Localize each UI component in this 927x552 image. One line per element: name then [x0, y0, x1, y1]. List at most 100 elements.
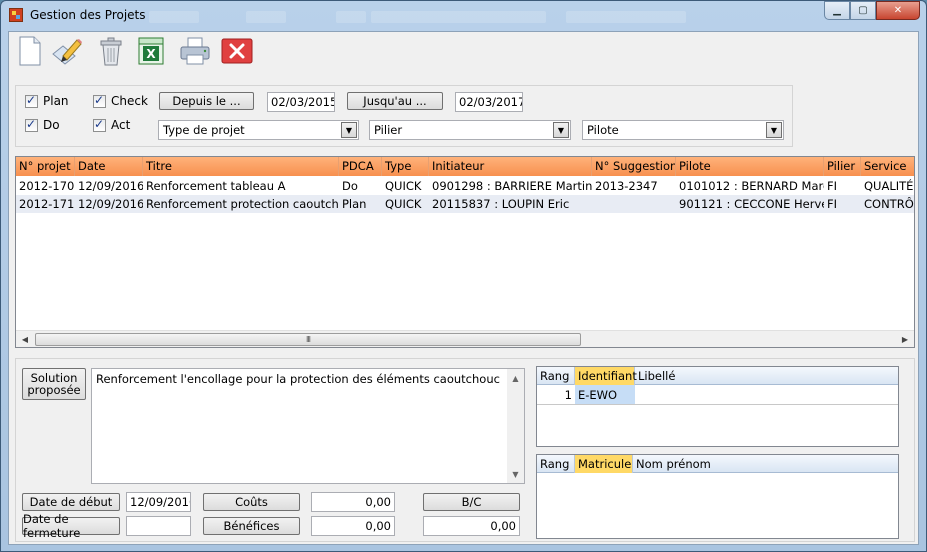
until-date-button[interactable]: Jusqu'au ... [347, 92, 443, 110]
cell-suggestion [592, 195, 676, 213]
table-row[interactable]: 2012-170 12/09/2016 Renforcement tableau… [16, 177, 914, 195]
pillar-combo[interactable]: Pilier ▼ [369, 120, 571, 140]
main-window: Gestion des Projets ▁ ▢ ✕ X ✓ Plan ✓ Che… [0, 0, 927, 552]
edit-button[interactable] [51, 35, 83, 67]
col-header-employee-number[interactable]: Matricule [575, 455, 633, 473]
scroll-grip-icon: III [305, 335, 311, 344]
excel-export-icon: X [138, 37, 164, 65]
cell-pillar: FI [827, 179, 838, 193]
col-header-pdca[interactable]: PDCA [339, 157, 382, 176]
col-header-pillar[interactable]: Pilier [824, 157, 861, 176]
do-checkbox[interactable]: Do [25, 117, 60, 132]
title-bar-reflection [149, 11, 199, 23]
cell-type: QUICK [385, 179, 422, 193]
scroll-up-icon[interactable]: ▲ [507, 370, 524, 386]
close-date-field[interactable] [126, 516, 191, 536]
solution-button[interactable]: Solution proposée [22, 368, 86, 400]
maximize-icon: ▢ [858, 5, 868, 16]
start-date-button[interactable]: Date de début [22, 493, 120, 511]
chevron-down-icon[interactable]: ▼ [766, 122, 782, 138]
cell-pilot: 0101012 : BERNARD Marc [679, 179, 824, 193]
title-bar[interactable]: Gestion des Projets ▁ ▢ ✕ [1, 1, 926, 31]
plan-checkbox-box[interactable] [25, 93, 38, 108]
cell-pilot: 901121 : CECCONE Hervé [679, 197, 824, 211]
members-grid[interactable]: Rang Matricule Nom prénom [536, 454, 899, 539]
print-button[interactable] [179, 35, 211, 67]
maximize-button[interactable]: ▢ [850, 1, 876, 20]
scroll-thumb[interactable]: III [35, 333, 581, 346]
cell-project-number: 2012-171 [19, 197, 75, 211]
excel-icon-letter: X [146, 47, 156, 61]
cell-pdca: Do [342, 179, 358, 193]
col-header-identifier[interactable]: Identifiant [575, 367, 637, 385]
cell-title: Renforcement protection caoutchouc [146, 197, 339, 211]
close-red-x-icon [221, 38, 253, 64]
do-checkbox-box[interactable] [25, 117, 38, 132]
detail-panel: Solution proposée Renforcement l'encolla… [15, 358, 915, 542]
check-checkbox-box[interactable] [93, 93, 106, 108]
table-row[interactable]: 2012-171 12/09/2016 Renforcement protect… [16, 195, 914, 213]
scroll-right-icon[interactable]: ▶ [897, 332, 913, 346]
benefits-field[interactable]: 0,00 [311, 516, 395, 536]
scroll-left-icon[interactable]: ◀ [17, 332, 33, 346]
since-date-field[interactable]: 02/03/2015 [267, 92, 335, 112]
check-checkbox[interactable]: Check [93, 93, 148, 108]
act-checkbox[interactable]: Act [93, 117, 130, 132]
scroll-down-icon[interactable]: ▼ [507, 466, 524, 482]
cell-initiator: 20115837 : LOUPIN Eric [432, 197, 570, 211]
col-header-rank[interactable]: Rang [537, 455, 575, 473]
col-header-service[interactable]: Service [861, 157, 914, 176]
new-document-icon [19, 36, 41, 66]
col-header-date[interactable]: Date [75, 157, 143, 176]
projects-grid[interactable]: N° projet Date Titre PDCA Type Initiateu… [15, 156, 915, 348]
excel-export-button[interactable]: X [135, 35, 167, 67]
costs-field[interactable]: 0,00 [311, 492, 395, 512]
close-window-button[interactable]: ✕ [876, 1, 920, 20]
col-header-label[interactable]: Libellé [635, 367, 898, 385]
chevron-down-icon[interactable]: ▼ [553, 122, 569, 138]
cell-pdca: Plan [342, 197, 367, 211]
grid-horizontal-scrollbar[interactable]: ◀ III ▶ [16, 330, 914, 347]
solution-textarea[interactable]: Renforcement l'encollage pour la protect… [91, 368, 525, 484]
plan-label: Plan [43, 94, 69, 108]
grid-header: N° projet Date Titre PDCA Type Initiateu… [16, 157, 914, 176]
title-bar-reflection [246, 11, 286, 23]
plan-checkbox[interactable]: Plan [25, 93, 69, 108]
until-date-field[interactable]: 02/03/2017 [455, 92, 523, 112]
cell-label [635, 385, 898, 404]
since-date-button[interactable]: Depuis le ... [159, 92, 254, 110]
cell-suggestion: 2013-2347 [595, 179, 658, 193]
col-header-suggestion[interactable]: N° Suggestion [592, 157, 676, 176]
bc-field[interactable]: 0,00 [423, 516, 520, 536]
col-header-pilot[interactable]: Pilote [676, 157, 824, 176]
solution-vertical-scrollbar[interactable]: ▲ ▼ [507, 369, 524, 483]
act-checkbox-box[interactable] [93, 117, 106, 132]
col-header-rank[interactable]: Rang [537, 367, 575, 385]
identifiers-grid[interactable]: Rang Identifiant Libellé 1 E-EWO [536, 366, 899, 447]
cell-date: 12/09/2016 [78, 179, 143, 193]
delete-button[interactable] [95, 35, 127, 67]
filter-panel: Plan Check Do Act Depuis le ... 02/03/20… [15, 85, 793, 147]
minimize-icon: ▁ [833, 5, 841, 16]
cancel-button[interactable] [221, 35, 253, 67]
app-icon [9, 8, 23, 22]
col-header-title[interactable]: Titre [143, 157, 339, 176]
close-date-button[interactable]: Date de fermeture [22, 512, 120, 540]
chevron-down-icon[interactable]: ▼ [341, 122, 357, 138]
benefits-button[interactable]: Bénéfices [203, 517, 300, 535]
new-button[interactable] [13, 35, 45, 67]
toolbar: X [9, 32, 918, 72]
costs-button[interactable]: Coûts [203, 493, 300, 511]
minimize-button[interactable]: ▁ [824, 1, 850, 20]
col-header-full-name[interactable]: Nom prénom [633, 455, 898, 473]
bc-button[interactable]: B/C [423, 493, 520, 511]
pilot-combo[interactable]: Pilote ▼ [582, 120, 784, 140]
table-row[interactable]: 1 E-EWO [537, 385, 898, 405]
col-header-project-number[interactable]: N° projet [16, 157, 75, 176]
start-date-field[interactable]: 12/09/2016 [126, 492, 191, 512]
col-header-initiator[interactable]: Initiateur [429, 157, 592, 176]
project-type-value: Type de projet [163, 123, 245, 137]
project-type-combo[interactable]: Type de projet ▼ [158, 120, 359, 140]
do-label: Do [43, 118, 60, 132]
col-header-type[interactable]: Type [382, 157, 429, 176]
